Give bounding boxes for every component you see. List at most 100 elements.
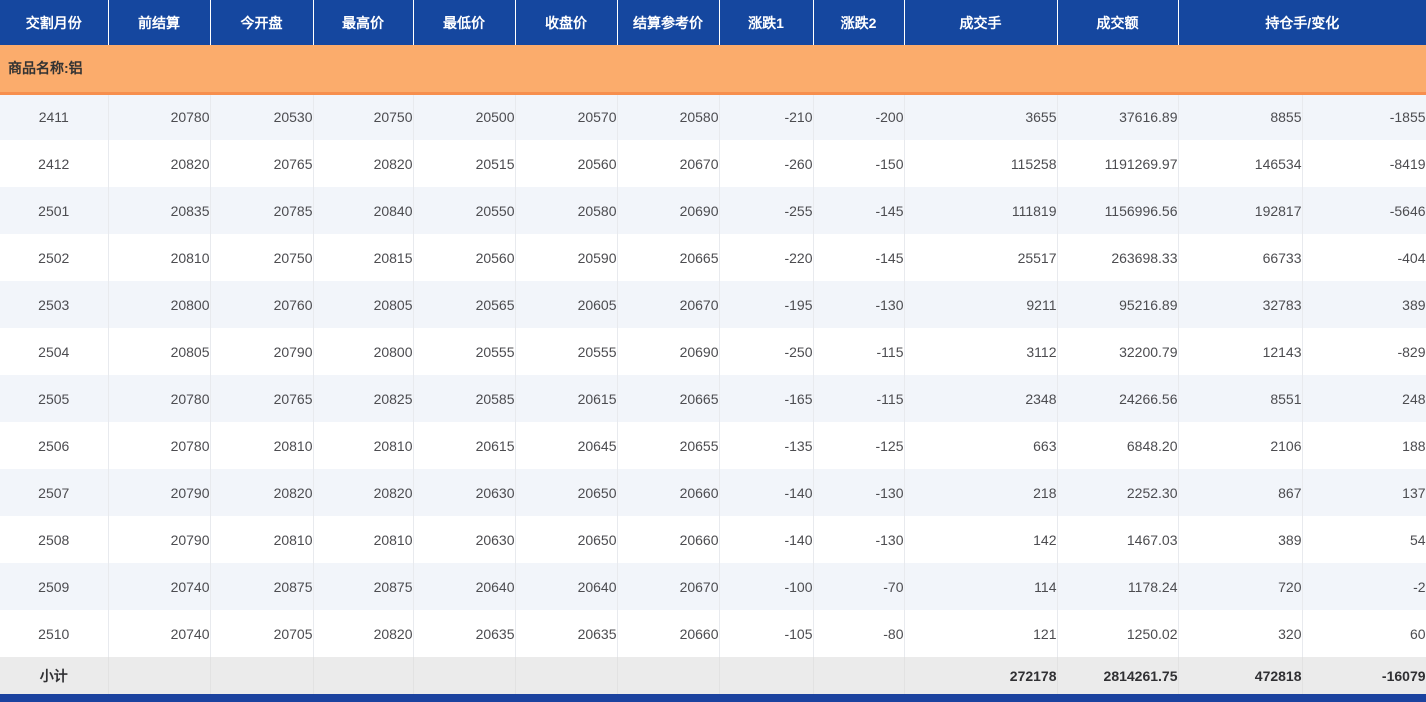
col-header-delivery-month: 交割月份 bbox=[0, 0, 108, 45]
value-cell: -130 bbox=[813, 516, 904, 563]
value-cell: 20555 bbox=[413, 328, 515, 375]
month-cell: 2510 bbox=[0, 610, 108, 657]
table-body: 商品名称:铝 241120780205302075020500205702058… bbox=[0, 45, 1426, 694]
table-row: 2411207802053020750205002057020580-210-2… bbox=[0, 93, 1426, 140]
value-cell: 20630 bbox=[413, 469, 515, 516]
value-cell: 20585 bbox=[413, 375, 515, 422]
value-cell: 188 bbox=[1302, 422, 1426, 469]
value-cell: 20765 bbox=[210, 375, 313, 422]
month-cell: 2502 bbox=[0, 234, 108, 281]
value-cell: 20800 bbox=[108, 281, 210, 328]
month-cell: 2508 bbox=[0, 516, 108, 563]
value-cell: 389 bbox=[1302, 281, 1426, 328]
value-cell: 25517 bbox=[904, 234, 1057, 281]
value-cell: 20670 bbox=[617, 281, 719, 328]
value-cell: 20810 bbox=[313, 516, 413, 563]
month-cell: 2504 bbox=[0, 328, 108, 375]
value-cell: 20515 bbox=[413, 140, 515, 187]
value-cell: 3655 bbox=[904, 93, 1057, 140]
value-cell bbox=[813, 657, 904, 694]
table-row: 2503208002076020805205652060520670-195-1… bbox=[0, 281, 1426, 328]
value-cell: 2252.30 bbox=[1057, 469, 1178, 516]
value-cell: 867 bbox=[1178, 469, 1302, 516]
value-cell: 20590 bbox=[515, 234, 617, 281]
value-cell: 20820 bbox=[313, 140, 413, 187]
value-cell: 20875 bbox=[313, 563, 413, 610]
table-header: 交割月份 前结算 今开盘 最高价 最低价 收盘价 结算参考价 涨跌1 涨跌2 成… bbox=[0, 0, 1426, 45]
value-cell: 20560 bbox=[515, 140, 617, 187]
value-cell: 20630 bbox=[413, 516, 515, 563]
value-cell: 248 bbox=[1302, 375, 1426, 422]
value-cell: 20780 bbox=[108, 375, 210, 422]
value-cell: 20780 bbox=[108, 422, 210, 469]
value-cell: 20650 bbox=[515, 469, 617, 516]
value-cell: 20750 bbox=[313, 93, 413, 140]
value-cell: 20640 bbox=[515, 563, 617, 610]
value-cell: 20555 bbox=[515, 328, 617, 375]
col-header-low: 最低价 bbox=[413, 0, 515, 45]
value-cell bbox=[617, 657, 719, 694]
header-row: 交割月份 前结算 今开盘 最高价 最低价 收盘价 结算参考价 涨跌1 涨跌2 成… bbox=[0, 0, 1426, 45]
value-cell: 8551 bbox=[1178, 375, 1302, 422]
value-cell: 20820 bbox=[108, 140, 210, 187]
col-header-turnover: 成交额 bbox=[1057, 0, 1178, 45]
value-cell: -5646 bbox=[1302, 187, 1426, 234]
value-cell: -255 bbox=[719, 187, 813, 234]
value-cell: 20650 bbox=[515, 516, 617, 563]
value-cell: 272178 bbox=[904, 657, 1057, 694]
month-cell: 2505 bbox=[0, 375, 108, 422]
month-cell: 2412 bbox=[0, 140, 108, 187]
value-cell: 137 bbox=[1302, 469, 1426, 516]
col-header-open: 今开盘 bbox=[210, 0, 313, 45]
value-cell: -135 bbox=[719, 422, 813, 469]
value-cell: -200 bbox=[813, 93, 904, 140]
value-cell: 20560 bbox=[413, 234, 515, 281]
value-cell: -404 bbox=[1302, 234, 1426, 281]
value-cell bbox=[413, 657, 515, 694]
value-cell: 115258 bbox=[904, 140, 1057, 187]
col-header-change1: 涨跌1 bbox=[719, 0, 813, 45]
value-cell: -16079 bbox=[1302, 657, 1426, 694]
futures-quotes-table: 交割月份 前结算 今开盘 最高价 最低价 收盘价 结算参考价 涨跌1 涨跌2 成… bbox=[0, 0, 1426, 694]
value-cell: 20790 bbox=[210, 328, 313, 375]
value-cell: -165 bbox=[719, 375, 813, 422]
value-cell: 20690 bbox=[617, 328, 719, 375]
value-cell: -145 bbox=[813, 187, 904, 234]
table-row: 2510207402070520820206352063520660-105-8… bbox=[0, 610, 1426, 657]
value-cell: 20660 bbox=[617, 610, 719, 657]
bottom-scrollbar-track[interactable] bbox=[0, 694, 1426, 702]
value-cell: 111819 bbox=[904, 187, 1057, 234]
value-cell: 20820 bbox=[313, 610, 413, 657]
value-cell: 20605 bbox=[515, 281, 617, 328]
value-cell: 20760 bbox=[210, 281, 313, 328]
col-header-prev-settlement: 前结算 bbox=[108, 0, 210, 45]
value-cell: 20530 bbox=[210, 93, 313, 140]
value-cell: 20565 bbox=[413, 281, 515, 328]
col-header-high: 最高价 bbox=[313, 0, 413, 45]
value-cell: 663 bbox=[904, 422, 1057, 469]
value-cell: -130 bbox=[813, 281, 904, 328]
value-cell: 20820 bbox=[313, 469, 413, 516]
col-header-change2: 涨跌2 bbox=[813, 0, 904, 45]
table-row: 2505207802076520825205852061520665-165-1… bbox=[0, 375, 1426, 422]
value-cell: 20615 bbox=[515, 375, 617, 422]
value-cell: 20670 bbox=[617, 140, 719, 187]
value-cell: 20660 bbox=[617, 516, 719, 563]
value-cell: 472818 bbox=[1178, 657, 1302, 694]
value-cell: 20550 bbox=[413, 187, 515, 234]
value-cell: 1467.03 bbox=[1057, 516, 1178, 563]
value-cell: 54 bbox=[1302, 516, 1426, 563]
value-cell bbox=[515, 657, 617, 694]
value-cell bbox=[313, 657, 413, 694]
value-cell: -210 bbox=[719, 93, 813, 140]
product-name-label: 商品名称:铝 bbox=[0, 45, 1426, 93]
value-cell: 20810 bbox=[210, 516, 313, 563]
value-cell: 8855 bbox=[1178, 93, 1302, 140]
value-cell: -250 bbox=[719, 328, 813, 375]
value-cell: 20785 bbox=[210, 187, 313, 234]
table-row: 2502208102075020815205602059020665-220-1… bbox=[0, 234, 1426, 281]
value-cell: 320 bbox=[1178, 610, 1302, 657]
month-cell: 小计 bbox=[0, 657, 108, 694]
value-cell: 20810 bbox=[210, 422, 313, 469]
value-cell: 20690 bbox=[617, 187, 719, 234]
